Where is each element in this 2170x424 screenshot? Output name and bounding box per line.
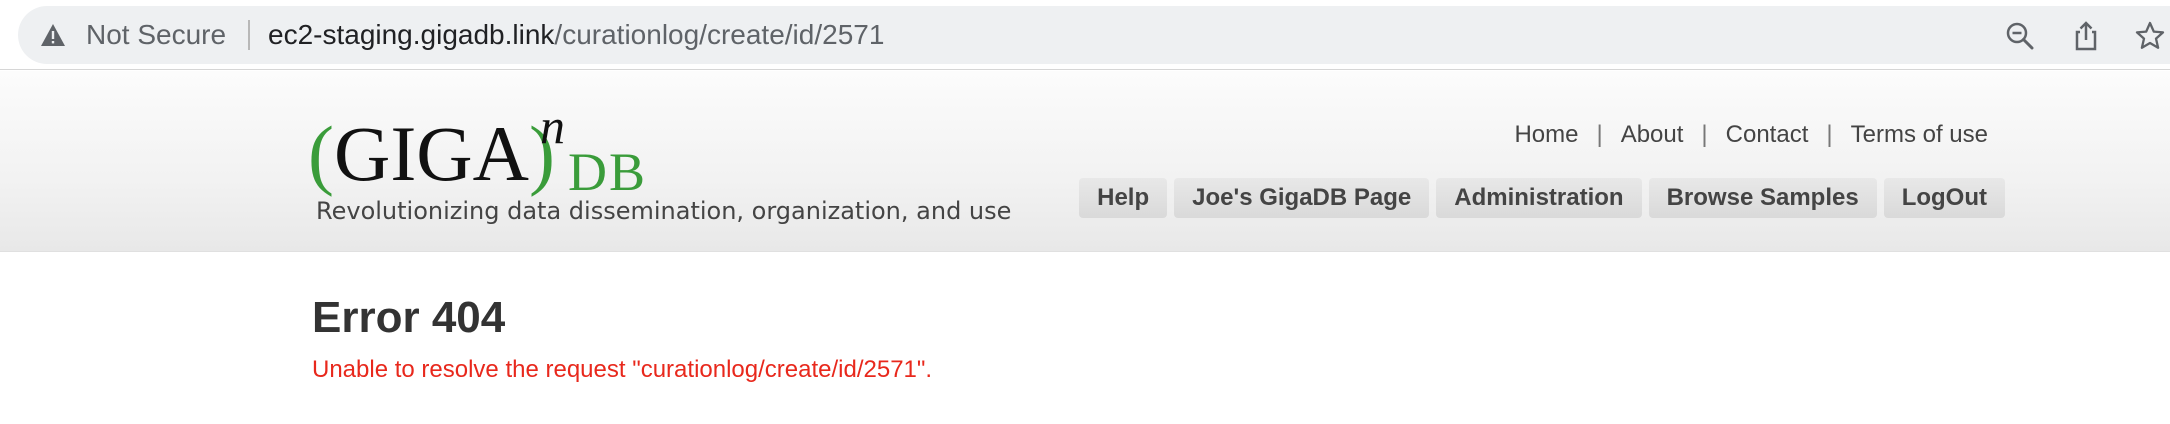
contact-link[interactable]: Contact — [1726, 121, 1809, 148]
url-divider — [248, 20, 250, 50]
terms-link[interactable]: Terms of use — [1851, 121, 1988, 148]
help-button[interactable]: Help — [1079, 178, 1168, 218]
link-separator: | — [1596, 121, 1603, 148]
logo-db: DB — [568, 142, 648, 202]
link-separator: | — [1701, 121, 1708, 148]
share-icon[interactable] — [2070, 20, 2102, 52]
url-path: /curationlog/create/id/2571 — [554, 19, 885, 50]
logo-tagline: Revolutionizing data dissemination, orga… — [316, 197, 1012, 225]
error-message: Unable to resolve the request "curationl… — [312, 356, 933, 383]
home-link[interactable]: Home — [1514, 121, 1578, 148]
logo-superscript: n — [540, 98, 565, 154]
browser-toolbar: Not Secure ec2-staging.gigadb.link/curat… — [0, 0, 2170, 70]
warning-icon[interactable] — [40, 23, 66, 47]
star-icon[interactable] — [2134, 20, 2166, 52]
error-title: Error 404 — [312, 293, 506, 342]
security-status[interactable]: Not Secure — [86, 20, 226, 50]
gigadb-logo[interactable]: (GIGA) n DB Revolutionizing data dissemi… — [308, 98, 1011, 227]
url-host: ec2-staging.gigadb.link — [268, 19, 555, 50]
link-separator: | — [1826, 121, 1833, 148]
logo-wordmark: (GIGA) — [308, 110, 555, 197]
administration-button[interactable]: Administration — [1436, 178, 1642, 218]
main-nav: Help Joe's GigaDB Page Administration Br… — [1079, 178, 2005, 218]
site-header: (GIGA) n DB Revolutionizing data dissemi… — [0, 71, 2170, 252]
logout-button[interactable]: LogOut — [1883, 178, 2005, 218]
about-link[interactable]: About — [1621, 121, 1684, 148]
url-text[interactable]: ec2-staging.gigadb.link/curationlog/crea… — [268, 20, 884, 50]
zoom-out-icon[interactable] — [2004, 20, 2036, 52]
address-bar[interactable]: Not Secure ec2-staging.gigadb.link/curat… — [18, 6, 2170, 64]
my-gigadb-page-button[interactable]: Joe's GigaDB Page — [1174, 178, 1430, 218]
top-links: Home | About | Contact | Terms of use — [1514, 121, 1988, 149]
browse-samples-button[interactable]: Browse Samples — [1648, 178, 1877, 218]
